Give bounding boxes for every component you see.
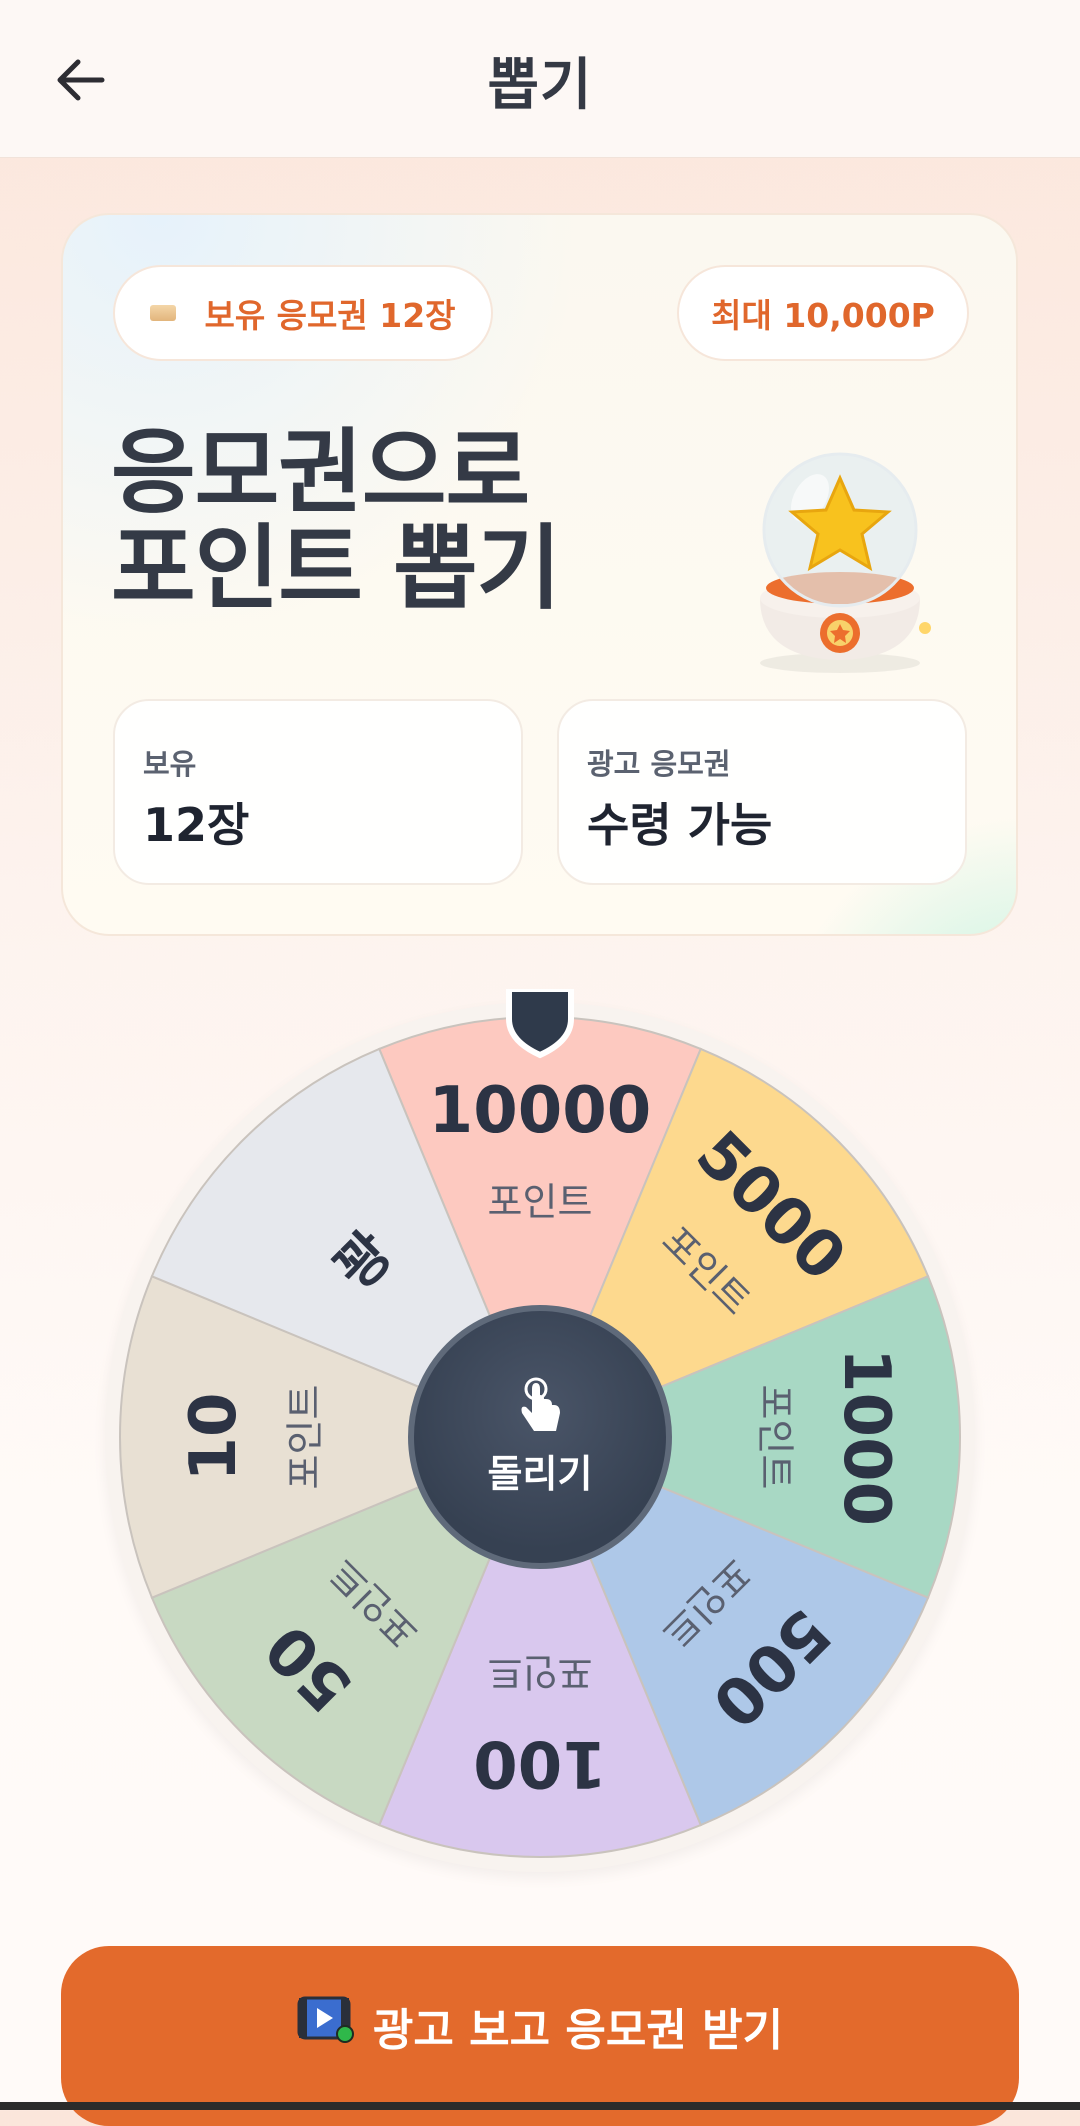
wheel-unit-label: 포인트 bbox=[753, 1385, 797, 1490]
wheel-value-label: 1000 bbox=[829, 1348, 903, 1526]
wheel-pointer-icon bbox=[506, 989, 574, 1059]
wheel-unit-label: 포인트 bbox=[488, 1180, 593, 1224]
wheel-unit-label: 포인트 bbox=[283, 1385, 327, 1490]
top-bar: 뽑기 bbox=[0, 0, 1080, 158]
hero-card: 보유 응모권 12장 최대 10,000P 응모권으로 포인트 뽑기 보유 12… bbox=[61, 213, 1018, 936]
star-globe-icon bbox=[760, 452, 931, 673]
watch-ad-label: 광고 보고 응모권 받기 bbox=[372, 2005, 784, 2056]
ticket-icon bbox=[150, 305, 177, 321]
spin-button[interactable]: 돌리기 bbox=[408, 1305, 672, 1569]
hero-title-line1: 응모권으로 bbox=[111, 419, 530, 526]
owned-tickets-value: 12장 bbox=[143, 798, 250, 852]
ticket-count-badge: 보유 응모권 12장 bbox=[113, 265, 493, 361]
wheel-value-label: 10000 bbox=[429, 1074, 652, 1148]
watch-ad-button[interactable]: 광고 보고 응모권 받기 bbox=[61, 1946, 1019, 2126]
ad-ticket-card: 광고 응모권 수령 가능 bbox=[557, 699, 967, 885]
ad-ticket-label: 광고 응모권 bbox=[587, 747, 731, 781]
owned-tickets-card: 보유 12장 bbox=[113, 699, 523, 885]
wheel-value-label: 10 bbox=[177, 1392, 251, 1481]
video-play-icon bbox=[297, 1996, 354, 2043]
owned-tickets-label: 보유 bbox=[143, 747, 197, 781]
max-prize-badge: 최대 10,000P bbox=[677, 265, 969, 361]
tap-hand-icon bbox=[521, 1377, 560, 1431]
ad-ticket-value: 수령 가능 bbox=[587, 798, 773, 852]
prize-wheel: 10000 포인트 5000 포인트 1000 포인트 500 포인트 100 포인트 50 포인트 1… bbox=[105, 989, 975, 1872]
wheel-unit-label: 포인트 bbox=[488, 1650, 593, 1694]
wheel-value-label: 100 bbox=[473, 1726, 607, 1800]
max-prize-text: 최대 10,000P bbox=[711, 296, 935, 335]
spin-label: 돌리기 bbox=[487, 1451, 593, 1496]
hero-title-line2: 포인트 뽑기 bbox=[111, 515, 561, 622]
page-title: 뽑기 bbox=[487, 53, 593, 118]
home-indicator-bar bbox=[0, 2102, 1080, 2110]
hero-title: 응모권으로 포인트 뽑기 bbox=[111, 419, 561, 622]
ticket-count-text: 보유 응모권 12장 bbox=[204, 296, 456, 335]
